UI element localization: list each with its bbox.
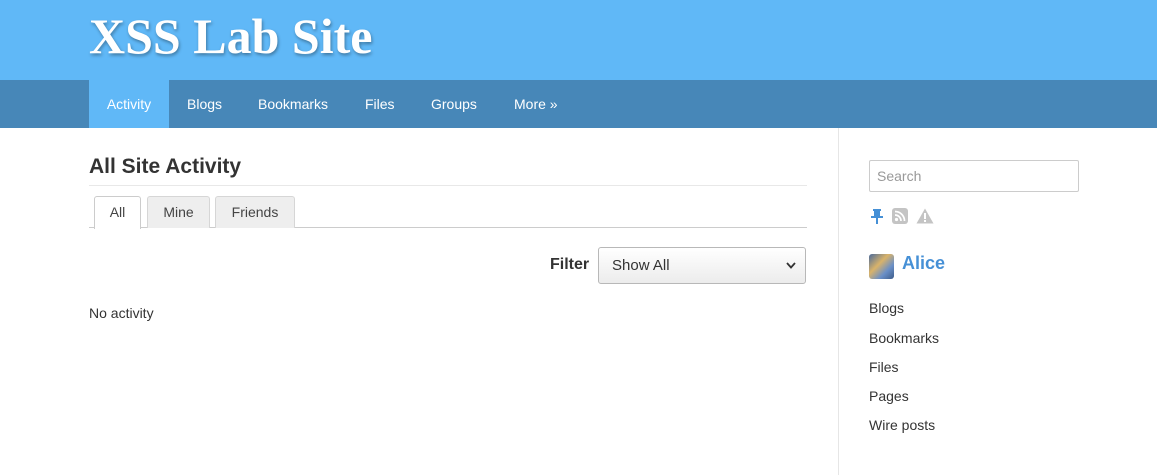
chevron-down-icon bbox=[786, 248, 796, 296]
tab-all[interactable]: All bbox=[94, 196, 141, 229]
nav-item-files[interactable]: Files bbox=[347, 80, 413, 128]
avatar[interactable] bbox=[869, 254, 894, 279]
nav-item-activity[interactable]: Activity bbox=[89, 80, 169, 128]
tab-mine[interactable]: Mine bbox=[147, 196, 210, 228]
title-divider bbox=[89, 185, 807, 186]
search-input[interactable] bbox=[869, 160, 1079, 192]
empty-message: No activity bbox=[89, 305, 154, 321]
nav-item-groups[interactable]: Groups bbox=[413, 80, 495, 128]
tab-friends[interactable]: Friends bbox=[215, 196, 295, 228]
site-title[interactable]: XSS Lab Site bbox=[89, 8, 372, 64]
site-header: XSS Lab Site bbox=[0, 0, 1157, 80]
owner-name[interactable]: Alice bbox=[902, 253, 945, 274]
sidebar-item-pages[interactable]: Pages bbox=[869, 388, 909, 404]
filter-select[interactable]: Show All bbox=[598, 247, 806, 284]
nav-item-blogs[interactable]: Blogs bbox=[169, 80, 240, 128]
sidebar-divider bbox=[838, 128, 839, 475]
nav-item-more[interactable]: More » bbox=[496, 80, 576, 128]
sidebar-item-wire-posts[interactable]: Wire posts bbox=[869, 417, 935, 433]
sidebar-item-blogs[interactable]: Blogs bbox=[869, 300, 904, 316]
report-icon[interactable] bbox=[916, 208, 934, 224]
pin-icon[interactable] bbox=[869, 208, 885, 224]
sidebar-item-files[interactable]: Files bbox=[869, 359, 899, 375]
page-title: All Site Activity bbox=[89, 155, 242, 178]
filter-selected-value: Show All bbox=[612, 257, 670, 274]
sidebar-item-bookmarks[interactable]: Bookmarks bbox=[869, 330, 939, 346]
nav-item-bookmarks[interactable]: Bookmarks bbox=[240, 80, 346, 128]
rss-icon[interactable] bbox=[892, 208, 908, 224]
main-navbar: Activity Blogs Bookmarks Files Groups Mo… bbox=[0, 80, 1157, 128]
filter-label: Filter bbox=[550, 256, 590, 273]
